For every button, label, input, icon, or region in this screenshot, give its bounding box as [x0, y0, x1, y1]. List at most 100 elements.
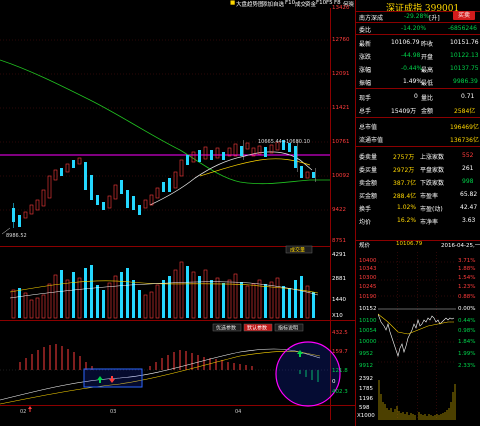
row-mid-label: 最高: [421, 67, 434, 74]
candle: [126, 190, 129, 208]
quote-row-sell-amount: 卖金额 387.7亿 下跌家数 998: [356, 176, 480, 187]
row-value: 2972万: [393, 167, 415, 174]
candle: [29, 204, 34, 215]
row-value: 387.7亿: [393, 180, 417, 187]
mini-avg-line: [378, 313, 454, 335]
row-mid-label: 市净率: [420, 219, 439, 226]
row-label: 总市值: [359, 124, 378, 131]
dea-line: [0, 350, 321, 405]
row-value: -14.20%: [401, 25, 427, 32]
candle: [162, 182, 165, 192]
row-label: 涨幅: [359, 67, 372, 74]
candle: [210, 150, 213, 160]
price-tick: 12760: [332, 37, 350, 43]
row-label: 买金额: [359, 193, 378, 200]
row-label: 南方深成: [359, 15, 384, 22]
quote-row-market-cap: 总市值 196469亿: [356, 120, 480, 131]
ma-long-line: [0, 59, 330, 185]
candles: [12, 140, 316, 228]
row-value: 10106.79: [391, 39, 420, 46]
candle: [96, 195, 99, 205]
row-value: 16.2%: [397, 217, 417, 224]
volume-tick: 1440: [332, 297, 346, 303]
row-value: -0.44%: [401, 65, 423, 72]
price-tick: 10761: [332, 139, 350, 145]
row-mid-label: 最低: [421, 80, 434, 87]
macd-histogram: [19, 344, 319, 382]
row-label: 流通市值: [359, 137, 384, 144]
quote-row-amplitude: 振幅 1.49% 最低 9986.39: [356, 76, 480, 87]
candle: [47, 175, 52, 199]
row-right-value: -6856246: [448, 25, 477, 32]
volume-tab-label: 成交量: [290, 247, 305, 254]
mini-chart-header: 规价 10106.79 2016-04-25,一: [356, 241, 480, 249]
candle: [72, 160, 75, 168]
row-value: 1.49%: [403, 78, 423, 85]
candle: [233, 143, 238, 157]
row-value: -44.98: [401, 52, 421, 59]
row-value: 1.02%: [397, 204, 417, 211]
macd-tick: 159.7: [332, 349, 348, 355]
candle: [90, 175, 93, 200]
candle: [60, 168, 63, 176]
candle: [300, 166, 303, 178]
row-right-value: 65.82: [460, 191, 478, 198]
row-label: 委比: [359, 27, 372, 34]
row-label: 卖金额: [359, 180, 378, 187]
candle: [107, 195, 112, 209]
macd-tick: 432.5: [332, 330, 348, 336]
month-label-02: 02: [20, 409, 26, 415]
buy-sell-button[interactable]: 买卖: [453, 11, 475, 20]
dif-line: [0, 348, 321, 401]
candle: [120, 180, 123, 194]
price-tick: 10092: [332, 173, 350, 179]
row-label: 委卖量: [359, 154, 378, 161]
row-mid-label: 下跌家数: [420, 180, 445, 187]
row-tag: [升]: [429, 15, 440, 22]
row-value: 288.4亿: [393, 193, 417, 200]
attention-circle[interactable]: [275, 341, 341, 407]
volume-tick: 4291: [332, 252, 346, 258]
month-label-04: 04: [235, 409, 241, 415]
quote-row-change: 涨跌 -44.98 开盘 10122.13: [356, 50, 480, 61]
candle: [168, 178, 171, 192]
mini-header-date: 2016-04-25,一: [441, 243, 480, 249]
row-label: 振幅: [359, 80, 372, 87]
candle: [155, 187, 160, 199]
candle: [305, 171, 310, 179]
row-right-value: 998: [462, 178, 474, 185]
row-mid-label: 市盈(动): [420, 206, 443, 213]
row-label: 现手: [359, 95, 372, 102]
candle: [35, 199, 40, 211]
row-label: 涨跌: [359, 54, 372, 61]
row-label: 均价: [359, 219, 372, 226]
quote-row-avg: 均价 16.2% 市净率 3.63: [356, 215, 480, 226]
mini-price-line: [378, 313, 455, 358]
kline-chart[interactable]: 8986.52 10665.44+10680.10 成交量 优选参数 默认参数 …: [0, 0, 355, 426]
row-right-value: 2584亿: [454, 108, 476, 115]
candle: [18, 215, 21, 227]
intraday-mini-chart[interactable]: [378, 252, 456, 420]
volume-tick: 2881: [332, 276, 346, 282]
candle: [41, 189, 46, 207]
ma-mid-line: [199, 158, 311, 177]
macd-tab-default-label: 默认参数: [247, 325, 267, 332]
row-mid-label: 金额: [421, 108, 434, 115]
candle: [240, 146, 243, 156]
mini-volume-bars: [378, 380, 456, 420]
quote-panel: 深证成指 399001 南方深成 -29.28% [升] 买卖 委比 -14.2…: [355, 0, 480, 426]
month-label-03: 03: [110, 409, 116, 415]
candle: [102, 202, 105, 210]
candle: [143, 199, 148, 209]
price-tick: 9422: [332, 207, 346, 213]
candle: [77, 157, 82, 165]
candle: [203, 146, 208, 160]
quote-row-turnover: 换手 1.02% 市盈(动) 42.47: [356, 202, 480, 213]
row-label: 最新: [359, 41, 372, 48]
row-right-value: 0.71: [461, 93, 475, 100]
price-tick: 8751: [332, 238, 346, 244]
row-label: 总手: [359, 108, 372, 115]
candle: [215, 147, 220, 159]
bottom-red-arrow-icon: [28, 406, 32, 412]
candle: [198, 150, 201, 162]
